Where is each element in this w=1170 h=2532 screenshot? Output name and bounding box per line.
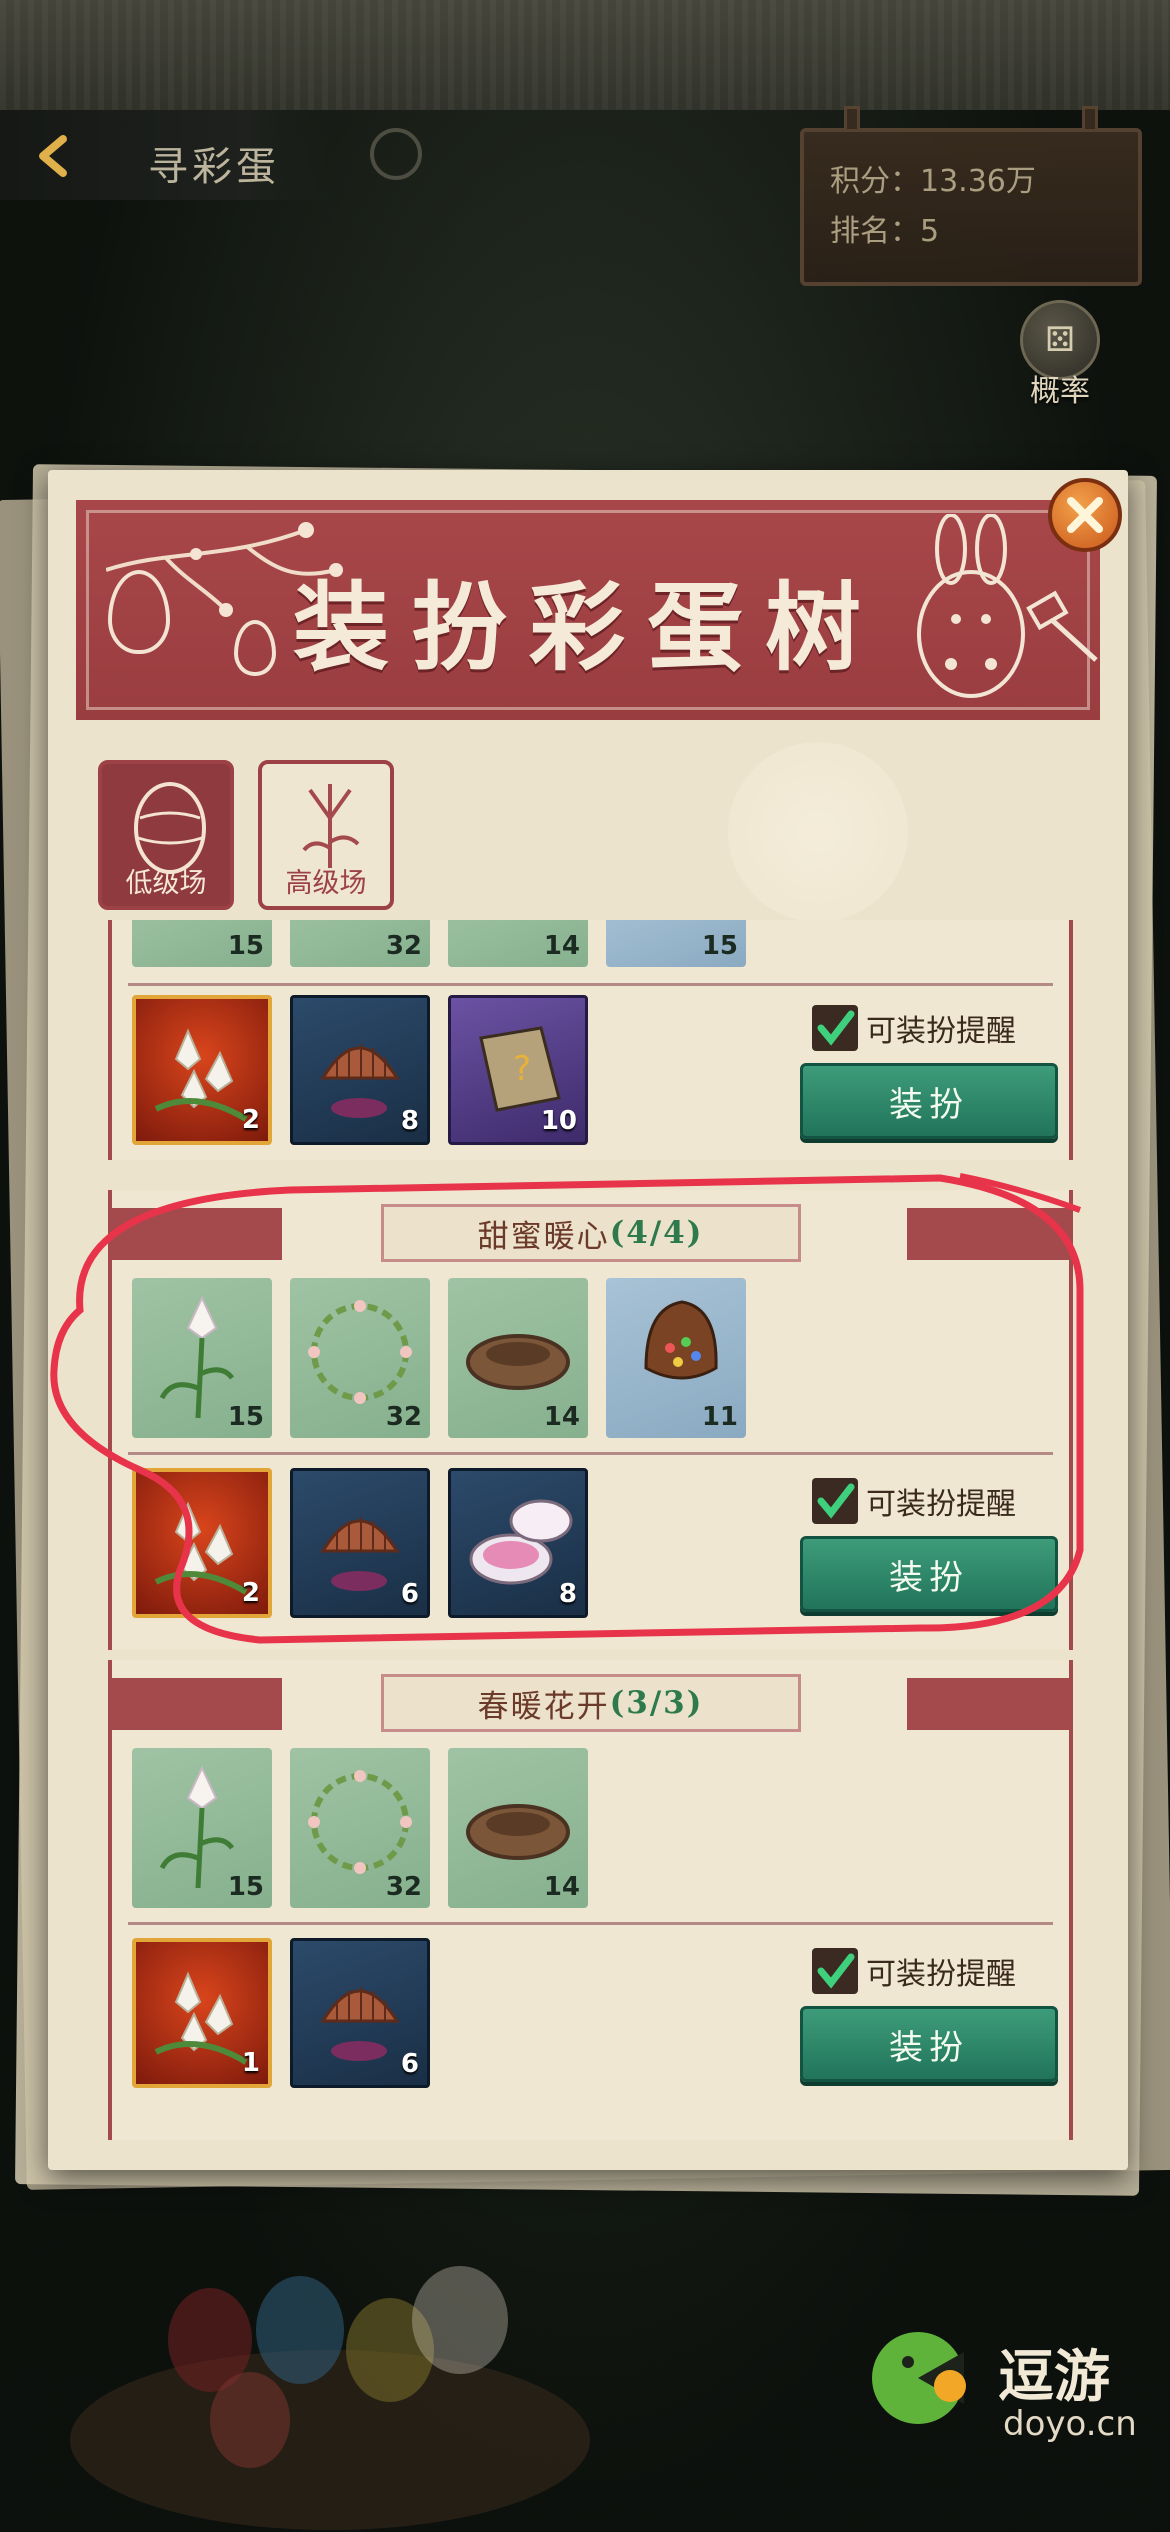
- lily-bouquet-icon[interactable]: 2: [132, 995, 272, 1145]
- item-count: 6: [400, 2049, 419, 2079]
- item-count: 11: [701, 1402, 738, 1432]
- item-count: 15: [227, 931, 264, 961]
- decorate-egg-tree-panel: 装扮彩蛋树 低级场 高级场 15 32 14 15 2 8 ? 10 可装扮提醒…: [48, 470, 1128, 2170]
- wooden-comb-icon[interactable]: 6: [290, 1938, 430, 2088]
- bird-nest-icon[interactable]: 14: [448, 1278, 588, 1438]
- row-divider: [128, 1452, 1053, 1455]
- dress-up-button[interactable]: 装扮: [800, 2006, 1058, 2082]
- flower-wreath-icon[interactable]: 32: [290, 920, 430, 967]
- row-divider: [128, 983, 1053, 986]
- section-title: 甜蜜暖心 (4/4): [380, 1204, 801, 1262]
- section-title-text: 甜蜜暖心: [477, 1218, 610, 1255]
- section-progress: (3/3): [609, 1685, 704, 1721]
- moon-decoration: [728, 742, 908, 922]
- lily-flower-icon[interactable]: 15: [132, 1748, 272, 1908]
- watermark: 逗游 doyo.cn: [868, 2322, 1137, 2462]
- item-count: 15: [227, 1402, 264, 1432]
- reminder-label: 可装扮提醒: [866, 1487, 1016, 1522]
- dress-set-section-spring-blossom: 春暖花开 (3/3) 15 32 14 1 6 可装扮提醒 装扮: [108, 1660, 1073, 2140]
- dress-reminder-toggle[interactable]: 可装扮提醒: [812, 1948, 1016, 1994]
- score-value: 积分：13.36万: [830, 164, 1036, 199]
- dress-reminder-toggle[interactable]: 可装扮提醒: [812, 1478, 1016, 1524]
- back-arrow-icon: [39, 135, 67, 177]
- hammer-icon: [1026, 590, 1098, 662]
- svg-text:?: ?: [513, 1049, 531, 1089]
- item-count: 14: [543, 931, 580, 961]
- rouge-box-icon[interactable]: 8: [448, 1468, 588, 1618]
- dress-set-list[interactable]: 15 32 14 15 2 8 ? 10 可装扮提醒 装扮 甜蜜暖心 (4/4)…: [108, 920, 1073, 2140]
- lily-outline-icon: [302, 784, 360, 868]
- bird-nest-icon[interactable]: 14: [448, 1748, 588, 1908]
- tab-low-level[interactable]: 低级场: [98, 760, 234, 910]
- refresh-icon[interactable]: [370, 128, 422, 180]
- dress-set-section-sweet-warm: 甜蜜暖心 (4/4) 15 32 14 11 2 6 8 可装扮提醒 装扮: [108, 1190, 1073, 1650]
- dress-up-button[interactable]: 装扮: [800, 1063, 1058, 1139]
- row-divider: [128, 1922, 1053, 1925]
- top-background-strip: [0, 0, 1170, 110]
- dress-reminder-toggle[interactable]: 可装扮提醒: [812, 1005, 1016, 1051]
- item-count: 1: [241, 2048, 260, 2078]
- item-count: 2: [241, 1578, 260, 1608]
- watermark-site: doyo.cn: [1003, 2404, 1137, 2444]
- item-count: 15: [701, 931, 738, 961]
- easter-egg-icon: [134, 782, 206, 874]
- page-title: 寻彩蛋: [148, 144, 280, 190]
- dress-up-button[interactable]: 装扮: [800, 1536, 1058, 1612]
- item-count: 10: [540, 1106, 577, 1136]
- rank-value: 排名：5: [830, 214, 940, 249]
- close-button[interactable]: [1048, 478, 1122, 552]
- item-count: 8: [400, 1106, 419, 1136]
- checkmark-icon: [812, 1478, 858, 1524]
- item-count: 8: [558, 1579, 577, 1609]
- panel-header: 装扮彩蛋树: [76, 500, 1100, 720]
- watermark-name: 逗游: [998, 2344, 1110, 2410]
- checkmark-icon: [812, 1948, 858, 1994]
- lily-flower-icon[interactable]: 15: [132, 1278, 272, 1438]
- probability-button[interactable]: ⚄ 概率: [1010, 300, 1110, 410]
- flower-wreath-icon[interactable]: 32: [290, 1748, 430, 1908]
- lily-bouquet-icon[interactable]: 2: [132, 1468, 272, 1618]
- bunny-egg-icon: [917, 514, 1025, 698]
- watermark-logo-icon: [872, 2332, 966, 2424]
- dress-set-section: 15 32 14 15 2 8 ? 10 可装扮提醒 装扮: [108, 920, 1073, 1160]
- tab-high-level[interactable]: 高级场: [258, 760, 394, 910]
- item-count: 32: [385, 1872, 422, 1902]
- section-title-text: 春暖花开: [477, 1688, 610, 1725]
- wooden-comb-icon[interactable]: 6: [290, 1468, 430, 1618]
- item-count: 15: [227, 1872, 264, 1902]
- flower-wreath-icon[interactable]: 32: [290, 1278, 430, 1438]
- back-button[interactable]: [28, 128, 84, 184]
- score-board: 积分：13.36万 排名：5: [800, 106, 1142, 286]
- bird-creature-icon[interactable]: 15: [606, 920, 746, 967]
- close-icon: [1067, 497, 1103, 533]
- item-count: 14: [543, 1872, 580, 1902]
- item-count: 6: [400, 1579, 419, 1609]
- lily-bouquet-icon[interactable]: 1: [132, 1938, 272, 2088]
- wooden-comb-icon[interactable]: 8: [290, 995, 430, 1145]
- section-progress: (4/4): [609, 1215, 704, 1251]
- chocolate-egg-icon[interactable]: 11: [606, 1278, 746, 1438]
- item-count: 32: [385, 931, 422, 961]
- item-count: 32: [385, 1402, 422, 1432]
- item-count: 2: [241, 1105, 260, 1135]
- lily-flower-icon[interactable]: 15: [132, 920, 272, 967]
- checkmark-icon: [812, 1005, 858, 1051]
- reminder-label: 可装扮提醒: [866, 1014, 1016, 1049]
- section-title: 春暖花开 (3/3): [380, 1674, 801, 1732]
- probability-label: 概率: [1030, 374, 1090, 409]
- reminder-label: 可装扮提醒: [866, 1957, 1016, 1992]
- item-count: 14: [543, 1402, 580, 1432]
- mystery-book-icon[interactable]: ? 10: [448, 995, 588, 1145]
- bird-nest-icon[interactable]: 14: [448, 920, 588, 967]
